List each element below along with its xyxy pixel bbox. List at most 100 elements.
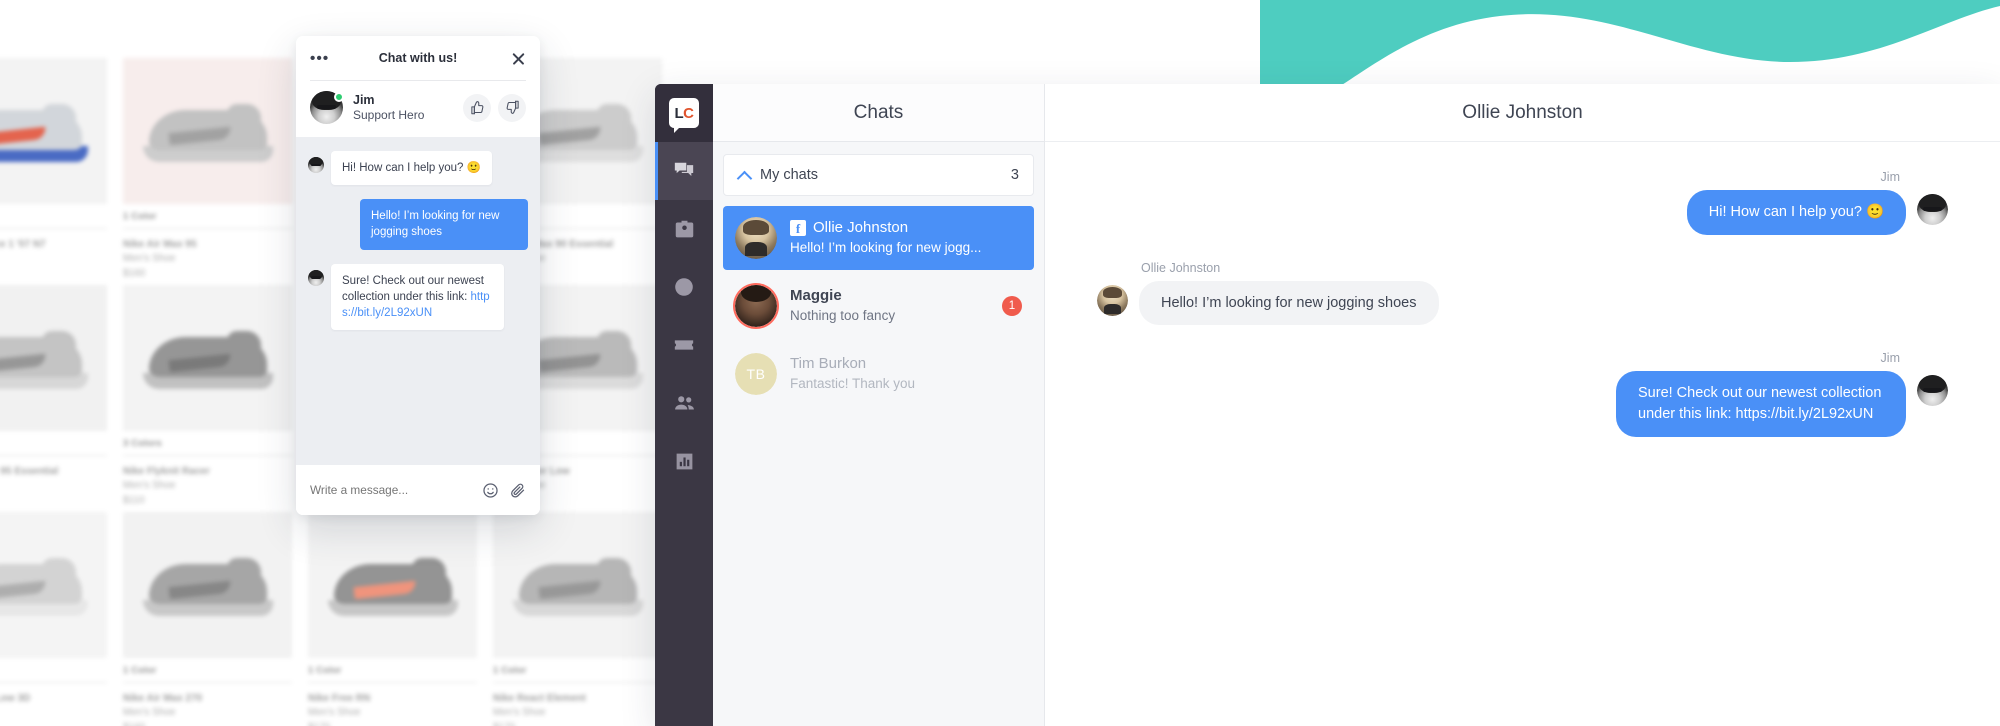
product-name: Nike Air Force 1 '07 N7 (0, 239, 46, 250)
widget-message-in: Hi! How can I help you? 🙂 (308, 151, 528, 186)
product-card[interactable]: 1 Color Nike Air Max 95 Men's Shoe $160 (115, 58, 300, 285)
avatar (1917, 375, 1948, 407)
thumbs-down-icon[interactable] (498, 93, 526, 122)
sidebar-item-archives[interactable] (655, 258, 713, 316)
message-author: Jim (1880, 351, 1900, 366)
product-price: $110 (123, 495, 145, 506)
product-color-count: 1 Color (123, 665, 292, 683)
chats-icon (674, 162, 694, 176)
product-category: Men's Shoe (123, 706, 176, 718)
chat-list-item-tim[interactable]: TB Tim Burkon Fantastic! Thank you (723, 342, 1034, 406)
panel-title: Chats (853, 101, 904, 123)
widget-titlebar: ••• Chat with us! (296, 36, 540, 80)
product-card[interactable]: 1 Color Nike Blazer Low 3D Men's Shoe$160 (0, 512, 115, 726)
avatar (735, 217, 777, 259)
product-name: Nike Flyknit Racer (123, 466, 210, 477)
product-price: $170 (308, 720, 477, 726)
sidebar-item-team[interactable] (655, 374, 713, 432)
agent-name: Jim (353, 93, 375, 108)
product-category: Men's Shoe (493, 706, 546, 718)
avatar-initials: TB (735, 353, 777, 395)
sidebar-item-traffic[interactable] (655, 200, 713, 258)
avatar (735, 285, 777, 327)
avatar (1097, 285, 1128, 317)
product-image (123, 58, 292, 204)
chat-item-name: Maggie (790, 286, 842, 304)
widget-composer (296, 465, 540, 515)
product-category: Men's Shoe (123, 479, 176, 491)
agent-role: Support Hero (353, 107, 425, 122)
product-price: $105 (0, 266, 107, 281)
sidebar-item-chats[interactable] (655, 142, 713, 200)
more-horizontal-icon[interactable]: ••• (310, 51, 329, 66)
product-card[interactable]: 1 Color Nike React Element Men's Shoe $170 (485, 512, 670, 726)
avatar: TB (735, 353, 777, 395)
conversation-title: Ollie Johnston (1462, 101, 1583, 123)
product-card[interactable]: 1 Color Nike Air Force 1 '07 N7 Men's Shoe… (0, 58, 115, 285)
product-image (308, 512, 477, 658)
sidebar-item-tickets[interactable] (655, 316, 713, 374)
logo-mark: LC (669, 98, 699, 128)
chevron-up-icon (738, 169, 750, 181)
message-text: Sure! Check out our newest collection un… (342, 274, 484, 303)
product-card[interactable]: 1 Color Nike Air Max 270 Men's Shoe $160 (115, 512, 300, 726)
logo-letter-c: C (683, 104, 694, 122)
product-category: Men's Shoe (123, 252, 176, 264)
product-card[interactable]: 1 Color Nike Free RN Men's Shoe $170 (300, 512, 485, 726)
conversation-header: Ollie Johnston (1045, 84, 2000, 142)
product-name: Nike Blazer Low 3D (0, 693, 31, 704)
product-color-count: 1 Color (308, 665, 477, 683)
chat-item-preview: Hello! I’m looking for new jogg... (790, 239, 982, 255)
message-bubble: Sure! Check out our newest collection un… (331, 263, 504, 331)
product-price: $160 (123, 720, 292, 726)
product-card[interactable]: 3 Colors Nike Air Max 95 Essential Men's S… (0, 285, 115, 512)
product-color-count: 3 Colors (0, 438, 107, 456)
avatar (308, 269, 324, 286)
product-category: Men's Shoe (308, 706, 361, 718)
avatar (308, 157, 324, 173)
product-card[interactable]: 3 Colors Nike Flyknit Racer Men's Shoe $110 (115, 285, 300, 512)
ticket-icon (674, 340, 694, 350)
message-input[interactable] (310, 483, 472, 497)
facebook-icon: f (790, 220, 806, 237)
conversation-message-in: Ollie Johnston Hello! I’m looking for ne… (1097, 261, 1948, 326)
conversation-message-out: Jim Hi! How can I help you? 🙂 (1097, 170, 1948, 236)
close-icon[interactable] (511, 51, 526, 66)
contact-card-icon (675, 220, 693, 237)
product-name: Nike Air Max 95 (123, 239, 197, 250)
product-color-count: 3 Colors (123, 438, 292, 456)
chat-item-name-row: f Ollie Johnston (790, 219, 1022, 238)
product-price: $110 (0, 493, 107, 508)
smiley-icon[interactable] (482, 482, 499, 499)
chat-item-name: Tim Burkon (790, 354, 867, 372)
message-bubble: Hello! I’m looking for new jogging shoes (1139, 281, 1439, 326)
product-price: $170 (493, 720, 662, 726)
message-author: Jim (1880, 170, 1900, 184)
chat-group-my-chats[interactable]: My chats 3 (723, 154, 1034, 196)
product-color-count: 1 Color (0, 665, 107, 683)
people-icon (674, 395, 694, 409)
chat-item-preview: Nothing too fancy (790, 307, 896, 323)
conversation-message-out: Jim Sure! Check out our newest collectio… (1097, 351, 1948, 438)
bar-chart-icon (676, 453, 692, 469)
message-bubble: Sure! Check out our newest collection un… (1616, 371, 1906, 438)
product-image (0, 58, 107, 204)
app-sidebar: LC (655, 84, 713, 726)
chat-list-item-ollie[interactable]: f Ollie Johnston Hello! I’m looking for … (723, 206, 1034, 270)
sidebar-item-reports[interactable] (655, 432, 713, 490)
chat-item-body: f Ollie Johnston Hello! I’m looking for … (790, 219, 1022, 257)
product-image (0, 512, 107, 658)
avatar (1917, 194, 1948, 225)
conversation-panel: Ollie Johnston Jim Hi! How can I help yo… (1045, 84, 2000, 726)
chat-list-scroll[interactable]: My chats 3 f Ollie Johnston Hello! I’m l… (713, 142, 1044, 726)
thumbs-up-icon[interactable] (463, 93, 491, 122)
product-name: Nike Air Max 270 (123, 693, 203, 704)
rating-buttons (463, 93, 526, 122)
chat-list-item-maggie[interactable]: Maggie Nothing too fancy 1 (723, 274, 1034, 338)
chat-item-name: Ollie Johnston (813, 218, 909, 236)
product-image (123, 512, 292, 658)
paperclip-icon[interactable] (509, 482, 526, 499)
agent-avatar-wrap (310, 91, 344, 124)
livechat-logo[interactable]: LC (655, 84, 713, 142)
chat-item-preview: Fantastic! Thank you (790, 375, 916, 391)
